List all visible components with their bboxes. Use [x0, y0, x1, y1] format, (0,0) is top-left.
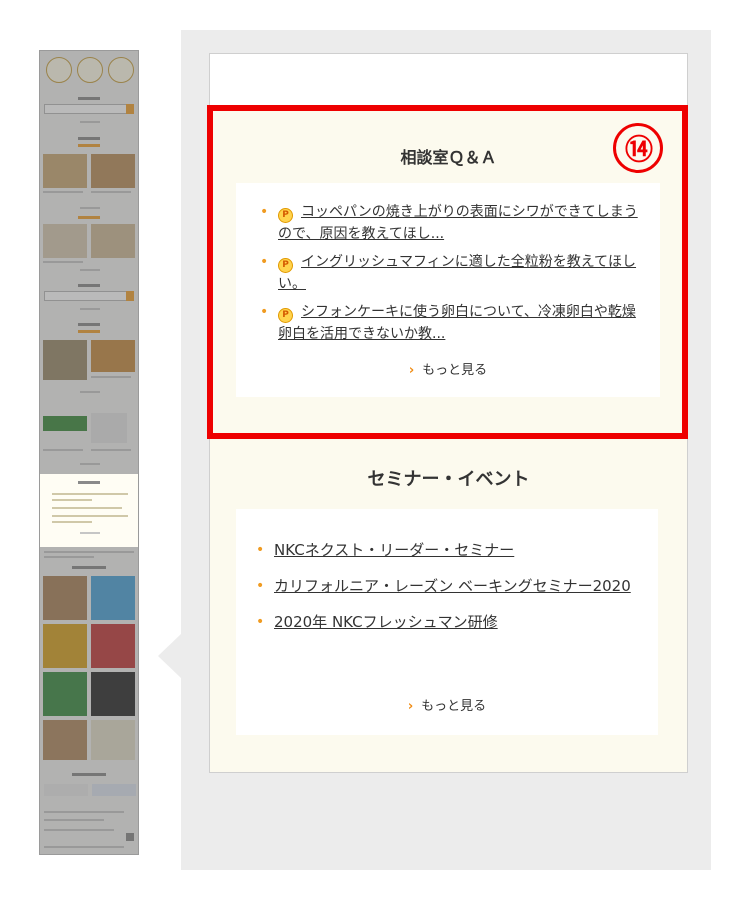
bullet-icon: •	[256, 542, 265, 558]
seminar-title: セミナー・イベント	[367, 469, 530, 490]
list-item[interactable]: • カリフォルニア・レーズン ベーキングセミナー2020	[256, 575, 636, 597]
seminar-list: • NKCネクスト・リーダー・セミナー • カリフォルニア・レーズン ベーキング…	[256, 539, 636, 633]
bullet-icon: •	[256, 614, 265, 630]
chevron-right-icon: ›	[407, 699, 414, 714]
thumb-line	[52, 507, 122, 509]
thumb-dim-bottom	[40, 547, 138, 854]
thumb-highlighted-section	[40, 474, 138, 547]
seminar-link[interactable]: カリフォルニア・レーズン ベーキングセミナー2020	[274, 577, 631, 595]
section-number-badge: ⑭	[613, 123, 663, 173]
thumb-line	[52, 521, 92, 523]
page-thumbnail	[39, 50, 139, 855]
thumb-dim-top	[40, 51, 138, 474]
thumb-line	[52, 499, 92, 501]
seminar-card: • NKCネクスト・リーダー・セミナー • カリフォルニア・レーズン ベーキング…	[236, 509, 658, 735]
page-frame-top	[209, 53, 688, 105]
seminar-link[interactable]: NKCネクスト・リーダー・セミナー	[274, 541, 514, 559]
thumb-line	[52, 493, 128, 495]
list-item[interactable]: • 2020年 NKCフレッシュマン研修	[256, 611, 636, 633]
thumb-line	[52, 515, 128, 517]
more-label: もっと見る	[421, 699, 487, 714]
bullet-icon: •	[256, 578, 265, 594]
seminar-link[interactable]: 2020年 NKCフレッシュマン研修	[274, 613, 498, 631]
thumb-heading	[78, 481, 100, 484]
thumb-line	[80, 532, 100, 534]
pointer-arrow	[158, 634, 181, 678]
list-item[interactable]: • NKCネクスト・リーダー・セミナー	[256, 539, 636, 561]
seminar-more-link[interactable]: › もっと見る	[236, 695, 658, 714]
